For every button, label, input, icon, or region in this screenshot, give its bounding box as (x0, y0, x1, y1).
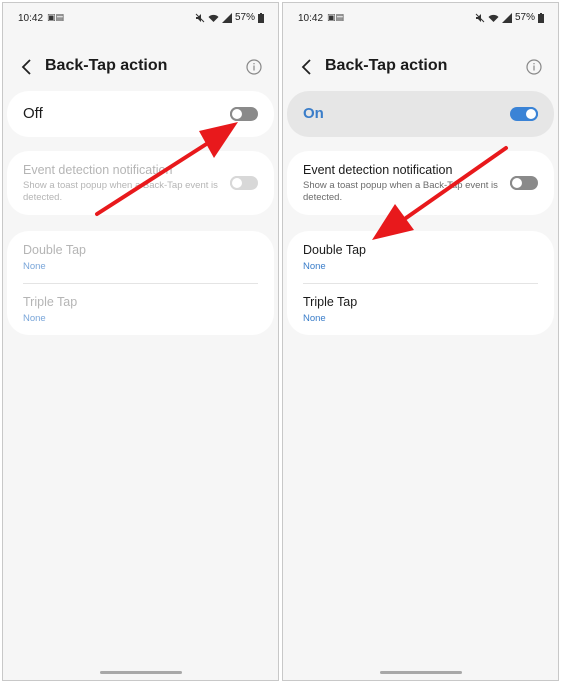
phone-screen-right: 10:42 ▣▤ 57% Back-Tap action On Event de… (282, 2, 559, 681)
page-title: Back-Tap action (325, 57, 448, 74)
battery-icon (538, 12, 544, 23)
info-icon[interactable] (242, 55, 266, 79)
event-notification-row[interactable]: Event detection notification Show a toas… (287, 151, 554, 215)
master-switch[interactable] (510, 107, 538, 121)
status-bar: 10:42 ▣▤ 57% (283, 3, 558, 31)
status-icons: 57% (475, 12, 544, 23)
master-toggle-label: On (303, 105, 324, 122)
event-notification-description: Show a toast popup when a Back-Tap event… (303, 180, 498, 203)
app-bar: Back-Tap action (3, 47, 278, 87)
battery-icon (258, 12, 264, 23)
page-title: Back-Tap action (45, 57, 168, 74)
status-time: 10:42 (18, 13, 44, 24)
double-tap-value: None (303, 261, 326, 272)
wifi-icon (208, 14, 219, 22)
master-switch[interactable] (230, 107, 258, 121)
status-bar: 10:42 ▣▤ 57% (3, 3, 278, 31)
event-notification-switch[interactable] (510, 176, 538, 190)
phone-screen-left: 10:42 ▣▤ 57% Back-Tap action Off Event d… (2, 2, 279, 681)
status-time: 10:42 (298, 13, 324, 24)
event-notification-title: Event detection notification (303, 163, 453, 177)
triple-tap-value: None (23, 313, 46, 324)
triple-tap-value: None (303, 313, 326, 324)
event-notification-switch (230, 176, 258, 190)
master-toggle-label: Off (23, 105, 43, 122)
event-notification-row: Event detection notification Show a toas… (7, 151, 274, 215)
triple-tap-row[interactable]: Triple Tap None (287, 283, 554, 335)
double-tap-row[interactable]: Double Tap None (287, 231, 554, 283)
triple-tap-label: Triple Tap (23, 295, 78, 309)
double-tap-row: Double Tap None (7, 231, 274, 283)
info-icon[interactable] (522, 55, 546, 79)
gesture-nav-handle[interactable] (99, 671, 182, 674)
battery-percent: 57% (234, 12, 255, 23)
signal-icon (221, 12, 232, 23)
app-bar: Back-Tap action (283, 47, 558, 87)
back-arrow-icon[interactable] (15, 55, 39, 79)
tap-actions-card: Double Tap None Triple Tap None (7, 231, 274, 335)
tap-actions-card: Double Tap None Triple Tap None (287, 231, 554, 335)
double-tap-value: None (23, 261, 46, 272)
status-icons: 57% (195, 12, 264, 23)
double-tap-label: Double Tap (303, 243, 367, 257)
gesture-nav-handle[interactable] (379, 671, 462, 674)
event-notification-title: Event detection notification (23, 163, 173, 177)
master-toggle-row[interactable]: On (287, 91, 554, 137)
battery-percent: 57% (514, 12, 535, 23)
wifi-icon (488, 14, 499, 22)
notification-icons: ▣▤ (47, 12, 65, 22)
mute-icon (195, 13, 205, 22)
master-toggle-row[interactable]: Off (7, 91, 274, 137)
mute-icon (475, 13, 485, 22)
signal-icon (501, 12, 512, 23)
notification-icons: ▣▤ (327, 12, 345, 22)
event-notification-description: Show a toast popup when a Back-Tap event… (23, 180, 218, 203)
triple-tap-label: Triple Tap (303, 295, 358, 309)
double-tap-label: Double Tap (23, 243, 87, 257)
back-arrow-icon[interactable] (295, 55, 319, 79)
triple-tap-row: Triple Tap None (7, 283, 274, 335)
